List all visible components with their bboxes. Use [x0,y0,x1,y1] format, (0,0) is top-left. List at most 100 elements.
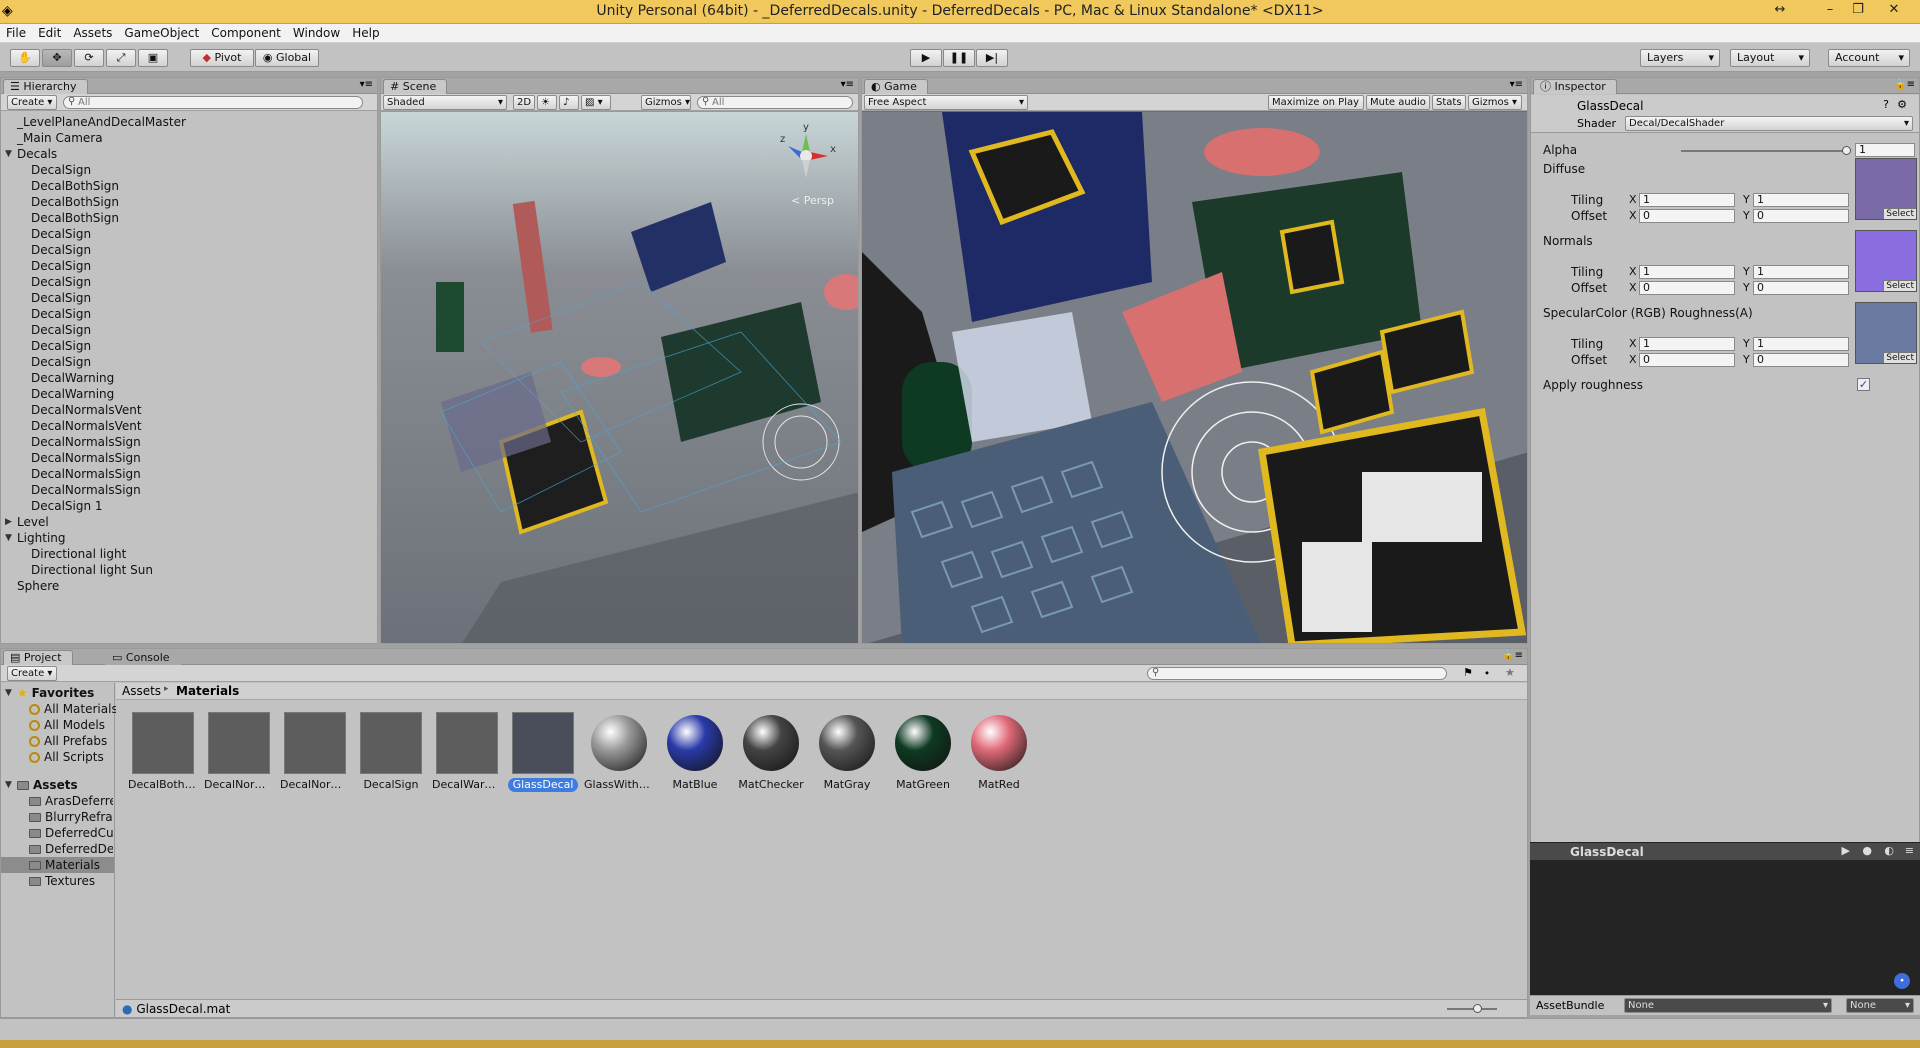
hierarchy-item[interactable]: DecalSign [1,338,377,354]
tiling-x-field[interactable]: 1 [1639,265,1735,279]
project-create-button[interactable]: Create ▾ [7,666,57,681]
hierarchy-item[interactable]: DecalSign [1,226,377,242]
scene-gizmos-dropdown[interactable]: Gizmos ▾ [641,95,691,110]
hierarchy-item[interactable]: Directional light Sun [1,562,377,578]
alpha-field[interactable]: 1 [1855,143,1915,157]
asset-item[interactable]: MatBlue [660,712,730,792]
hierarchy-item[interactable]: _Main Camera [1,130,377,146]
layout-dropdown[interactable]: Layout ▾ [1730,49,1810,67]
tab-hierarchy[interactable]: ☰ Hierarchy [3,79,88,94]
preview-sphere-icon[interactable]: ● [1862,844,1872,857]
orientation-gizmo[interactable]: y z x [776,122,836,186]
effects-dropdown[interactable]: ▨ ▾ [581,95,611,110]
filter-type-icon[interactable]: ⚑ [1463,666,1473,679]
lighting-toggle[interactable]: ☀ [537,95,557,110]
star-icon[interactable]: ★ [1505,666,1515,679]
asset-item[interactable]: MatChecker [736,712,806,792]
hierarchy-item[interactable]: DecalBothSign [1,210,377,226]
offset-x-field[interactable]: 0 [1639,353,1735,367]
panel-menu-icon[interactable]: ▾≡ [841,79,854,90]
breadcrumb-materials[interactable]: Materials [176,684,239,698]
menu-component[interactable]: Component [205,24,287,43]
projection-label[interactable]: < Persp [791,194,834,207]
offset-x-field[interactable]: 0 [1639,209,1735,223]
folder-item[interactable]: DeferredDe [1,841,114,857]
hierarchy-item[interactable]: DecalNormalsSign [1,482,377,498]
close-button[interactable]: ✕ [1884,2,1904,20]
menu-gameobject[interactable]: GameObject [118,24,205,43]
menu-file[interactable]: File [0,24,32,43]
expanded-arrow-icon[interactable]: ▼ [5,530,12,546]
shader-dropdown[interactable]: Decal/DecalShader ▾ [1625,116,1913,131]
alpha-slider-track[interactable] [1681,146,1851,155]
hierarchy-item[interactable]: DecalSign [1,258,377,274]
hierarchy-item[interactable]: DecalSign [1,162,377,178]
hierarchy-search-input[interactable]: All [63,96,363,109]
asset-item[interactable]: DecalBothS... [128,712,198,792]
tiling-x-field[interactable]: 1 [1639,337,1735,351]
hierarchy-item[interactable]: _LevelPlaneAndDecalMaster [1,114,377,130]
rect-tool-button[interactable]: ▣ [138,49,168,67]
favorite-item[interactable]: All Prefabs [29,733,114,749]
preview-play-icon[interactable]: ▶ [1842,844,1850,857]
asset-item[interactable]: MatGray [812,712,882,792]
breadcrumb-assets[interactable]: Assets [122,684,161,698]
collapsed-arrow-icon[interactable]: ▶ [5,514,12,530]
texture-select-button[interactable]: Select [1883,208,1916,219]
shading-mode-dropdown[interactable]: Shaded ▾ [383,95,507,110]
tiling-y-field[interactable]: 1 [1753,265,1849,279]
hierarchy-item[interactable]: DecalNormalsVent [1,402,377,418]
menu-help[interactable]: Help [346,24,385,43]
folder-item[interactable]: DeferredCu [1,825,114,841]
asset-item[interactable]: GlassWitho... [584,712,654,792]
resize-icon[interactable]: ↔ [1770,2,1790,20]
favorites-header[interactable]: ▼ ★ Favorites [1,685,114,701]
menu-assets[interactable]: Assets [67,24,118,43]
texture-thumbnail[interactable]: Select [1855,158,1917,220]
minimize-button[interactable]: – [1820,2,1840,20]
hierarchy-item[interactable]: DecalBothSign [1,194,377,210]
play-button[interactable]: ▶ [910,49,942,67]
lock-icon[interactable]: 🔒≡ [1894,79,1915,90]
tab-project[interactable]: ▤ Project [3,650,73,665]
rotate-tool-button[interactable]: ⟳ [74,49,104,67]
hierarchy-item[interactable]: ▼ Lighting [1,530,377,546]
hierarchy-item[interactable]: DecalWarning [1,370,377,386]
expanded-arrow-icon[interactable]: ▼ [5,685,12,701]
hierarchy-item[interactable]: ▼ Decals [1,146,377,162]
texture-thumbnail[interactable]: Select [1855,302,1917,364]
account-dropdown[interactable]: Account ▾ [1828,49,1910,67]
hierarchy-item[interactable]: DecalSign [1,322,377,338]
alpha-slider-thumb[interactable] [1842,146,1851,155]
thumbnail-size-slider[interactable] [1447,1004,1497,1013]
tab-game[interactable]: ◐ Game [864,79,928,94]
maximize-on-play-toggle[interactable]: Maximize on Play [1268,95,1364,110]
tiling-y-field[interactable]: 1 [1753,193,1849,207]
folder-item[interactable]: Materials [1,857,114,873]
menu-window[interactable]: Window [287,24,346,43]
scene-search-input[interactable]: All [697,96,853,109]
hierarchy-item[interactable]: DecalNormalsVent [1,418,377,434]
favorite-item[interactable]: All Scripts [29,749,114,765]
tiling-y-field[interactable]: 1 [1753,337,1849,351]
hierarchy-item[interactable]: DecalNormalsSign [1,466,377,482]
game-viewport[interactable] [862,112,1527,643]
gear-icon[interactable]: ⚙ [1897,98,1907,111]
scene-viewport[interactable]: y z x < Persp [381,112,858,643]
texture-select-button[interactable]: Select [1883,280,1916,291]
hierarchy-item[interactable]: DecalSign [1,274,377,290]
folder-item[interactable]: ArasDeferre [1,793,114,809]
offset-y-field[interactable]: 0 [1753,281,1849,295]
hierarchy-item[interactable]: DecalSign [1,354,377,370]
offset-y-field[interactable]: 0 [1753,209,1849,223]
folder-item[interactable]: Textures [1,873,114,889]
help-icon[interactable]: ? [1883,98,1889,111]
hierarchy-item[interactable]: DecalSign [1,290,377,306]
layers-dropdown[interactable]: Layers ▾ [1640,49,1720,67]
scale-tool-button[interactable]: ⤢ [106,49,136,67]
hierarchy-item[interactable]: DecalNormalsSign [1,450,377,466]
pivot-toggle[interactable]: ◆ Pivot [190,49,254,67]
assetbundle-variant-dropdown[interactable]: None ▾ [1846,998,1914,1013]
stats-toggle[interactable]: Stats [1432,95,1466,110]
texture-select-button[interactable]: Select [1883,352,1916,363]
